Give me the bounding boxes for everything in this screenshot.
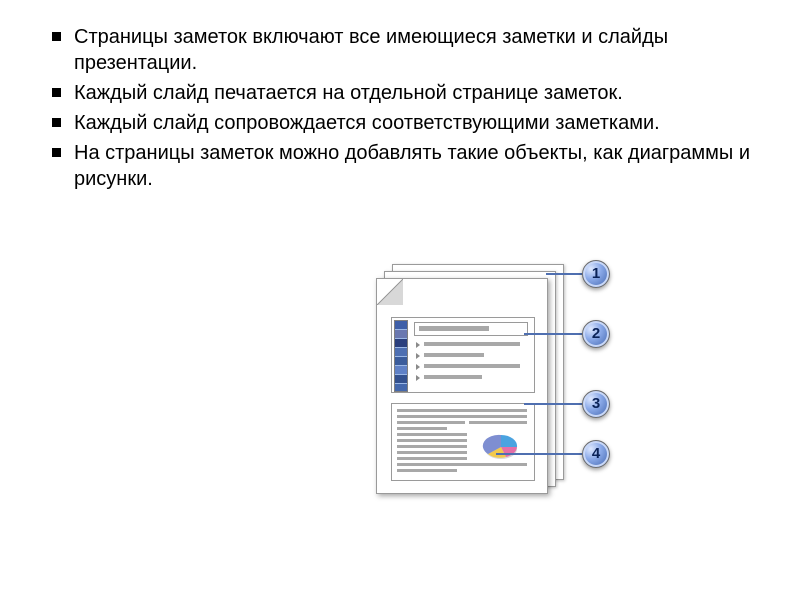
notes-text-area xyxy=(391,403,535,481)
notes-page xyxy=(376,278,548,494)
callout-leader xyxy=(496,453,582,455)
slide-outline-strip xyxy=(394,320,408,392)
slide-bullet-line xyxy=(414,340,526,348)
bullet-item: Каждый слайд сопровождается соответствую… xyxy=(56,110,760,136)
embedded-chart-icon xyxy=(480,432,522,462)
bullet-item: Каждый слайд печатается на отдельной стр… xyxy=(56,80,760,106)
slide-title-placeholder xyxy=(414,322,528,336)
callout-3: 3 xyxy=(582,390,610,418)
slide: Страницы заметок включают все имеющиеся … xyxy=(0,0,800,600)
bullet-text: Каждый слайд сопровождается соответствую… xyxy=(74,112,660,134)
bullet-text: Страницы заметок включают все имеющиеся … xyxy=(74,26,668,74)
slide-thumbnail xyxy=(391,317,535,393)
slide-bullet-line xyxy=(414,373,526,381)
bullet-text: Каждый слайд печатается на отдельной стр… xyxy=(74,82,623,104)
callout-4: 4 xyxy=(582,440,610,468)
bullet-item: Страницы заметок включают все имеющиеся … xyxy=(56,24,760,76)
slide-bullet-line xyxy=(414,351,526,359)
callout-2: 2 xyxy=(582,320,610,348)
bullet-text: На страницы заметок можно добавлять таки… xyxy=(74,142,750,190)
callout-leader xyxy=(546,273,582,275)
callout-1: 1 xyxy=(582,260,610,288)
callout-leader xyxy=(524,403,582,405)
bullet-item: На страницы заметок можно добавлять таки… xyxy=(56,140,760,192)
notes-page-diagram: 1 2 3 4 xyxy=(364,264,664,514)
folded-corner-line xyxy=(377,279,403,305)
slide-bullet-line xyxy=(414,362,526,370)
callout-leader xyxy=(524,333,582,335)
bullet-list: Страницы заметок включают все имеющиеся … xyxy=(56,24,760,192)
